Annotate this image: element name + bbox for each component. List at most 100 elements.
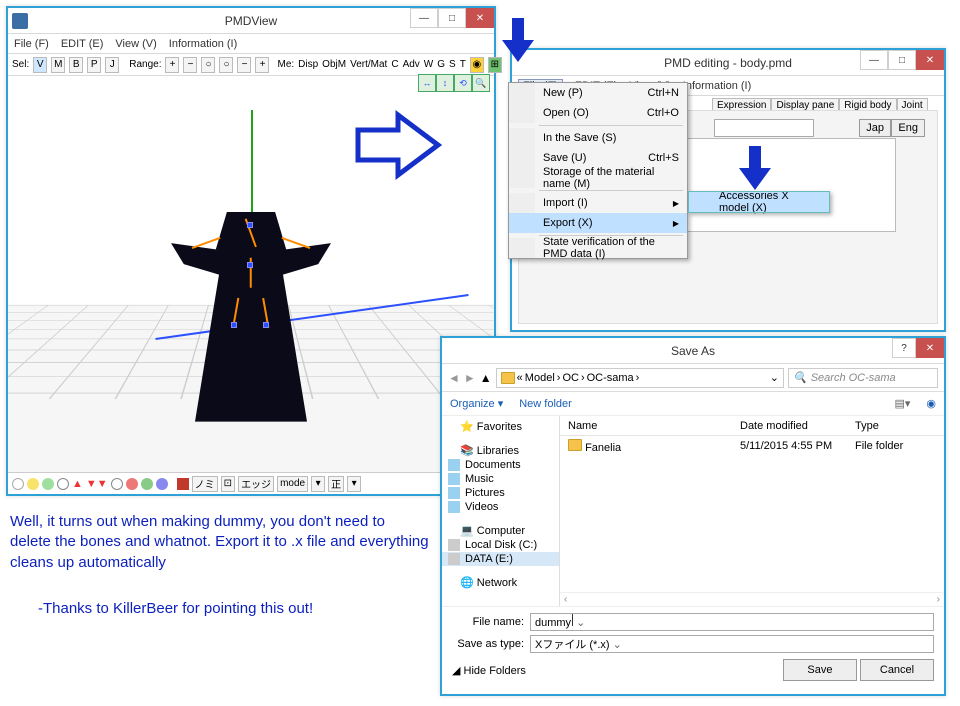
tb-t[interactable]: T [460,59,466,70]
menu-item-new[interactable]: New (P)Ctrl+N [509,83,687,103]
color-swatch[interactable] [57,478,69,490]
nav-arrow-icon[interactable]: ↔ [418,74,436,92]
tb-objm[interactable]: ObjM [322,59,346,70]
crumb-ocsama[interactable]: OC-sama [587,372,634,384]
dropdown-icon[interactable]: ▾ [311,476,325,492]
col-type[interactable]: Type [855,420,944,432]
color-swatch[interactable] [141,478,153,490]
color-swatch[interactable] [12,478,24,490]
range-btn[interactable]: − [237,57,251,73]
range-btn[interactable]: + [165,57,179,73]
file-list[interactable]: Name Date modified Type Fanelia 5/11/201… [560,416,944,606]
minimize-button[interactable]: — [860,50,888,70]
tb-adv[interactable]: Adv [403,59,420,70]
menu-item-inthesave[interactable]: In the Save (S) [509,128,687,148]
menu-item-import[interactable]: Import (I) [509,193,687,213]
new-folder-button[interactable]: New folder [519,398,572,410]
nav-videos[interactable]: Videos [442,500,559,514]
sel-j[interactable]: J [105,57,119,73]
hscrollbar[interactable]: ‹› [560,592,944,606]
tb-c[interactable]: C [391,59,398,70]
nav-zoom-icon[interactable]: 🔍 [472,74,490,92]
crumb-oc[interactable]: OC [562,372,579,384]
saveas-titlebar[interactable]: Save As ? ✕ [442,338,944,364]
minimize-button[interactable]: — [410,8,438,28]
filename-input[interactable]: dummy [530,613,934,631]
tb-s[interactable]: S [449,59,456,70]
color-swatch[interactable] [126,478,138,490]
sel-p[interactable]: P [87,57,101,73]
menu-info[interactable]: Information (I) [683,80,751,92]
nav-network[interactable]: 🌐 Network [442,574,559,590]
help-button[interactable]: ? [892,338,916,358]
submenu-accessories-x[interactable]: Accessories X model (X) [689,192,829,212]
forward-button[interactable]: ► [464,371,476,385]
nav-pictures[interactable]: Pictures [442,486,559,500]
tb-w[interactable]: W [424,59,433,70]
sel-v[interactable]: V [33,57,47,73]
menu-edit[interactable]: EDIT (E) [61,38,104,50]
menu-item-storage[interactable]: Storage of the material name (M) [509,168,687,188]
mode-btn[interactable]: mode [277,476,308,492]
sel-b[interactable]: B [69,57,83,73]
range-btn[interactable]: − [183,57,197,73]
color-swatch[interactable] [42,478,54,490]
tb-disp[interactable]: Disp [298,59,318,70]
nomi-btn[interactable]: ノミ [192,476,218,492]
tb-vertmat[interactable]: Vert/Mat [350,59,387,70]
sel-m[interactable]: M [51,57,65,73]
color-swatch[interactable] [156,478,168,490]
nav-arrow-icon[interactable]: ↕ [436,74,454,92]
cancel-button[interactable]: Cancel [860,659,934,681]
organize-button[interactable]: Organize ▾ [450,397,503,410]
nav-music[interactable]: Music [442,472,559,486]
menu-file[interactable]: File (F) [14,38,49,50]
maximize-button[interactable]: □ [438,8,466,28]
nav-rotate-icon[interactable]: ⟲ [454,74,472,92]
range-btn[interactable]: ○ [219,57,233,73]
range-btn[interactable]: ○ [201,57,215,73]
tri-icon[interactable]: ▼▼ [86,478,108,490]
range-btn[interactable]: + [255,57,269,73]
mode-icon[interactable]: ◉ [470,57,484,73]
eng-button[interactable]: Eng [891,119,925,137]
crumb-model[interactable]: Model [525,372,555,384]
menu-info[interactable]: Information (I) [169,38,237,50]
color-swatch[interactable] [111,478,123,490]
nav-computer[interactable]: 💻 Computer [442,522,559,538]
nav-drive-e[interactable]: DATA (E:) [442,552,559,566]
file-list-header[interactable]: Name Date modified Type [560,416,944,436]
close-button[interactable]: ✕ [916,338,944,358]
sei-btn[interactable]: 正 [328,476,344,492]
search-input[interactable]: 🔍 Search OC-sama [788,368,938,388]
color-swatch[interactable] [27,478,39,490]
nav-drive-c[interactable]: Local Disk (C:) [442,538,559,552]
edge-btn[interactable]: エッジ [238,476,274,492]
color-swatch[interactable] [177,478,189,490]
nav-libraries[interactable]: 📚 Libraries [442,442,559,458]
breadcrumb[interactable]: « Model› OC› OC-sama› ⌄ [496,368,784,388]
tb-g[interactable]: G [437,59,445,70]
maximize-button[interactable]: □ [888,50,916,70]
col-date[interactable]: Date modified [740,420,855,432]
pmdview-titlebar[interactable]: PMDView — □ ✕ [8,8,494,34]
nav-pane[interactable]: ⭐ Favorites 📚 Libraries Documents Music … [442,416,560,606]
back-button[interactable]: ◄ [448,371,460,385]
up-button[interactable]: ▲ [480,371,492,385]
dropdown-icon[interactable]: ▾ [347,476,361,492]
save-button[interactable]: Save [783,659,857,681]
hide-folders-button[interactable]: ◢ Hide Folders [452,664,526,677]
nav-documents[interactable]: Documents [442,458,559,472]
jap-button[interactable]: Jap [859,119,891,137]
close-button[interactable]: ✕ [466,8,494,28]
tri-icon[interactable]: ▲ [72,478,83,490]
pmdedit-titlebar[interactable]: PMD editing - body.pmd — □ ✕ [512,50,944,76]
tool-btn[interactable]: ⊡ [221,476,235,492]
menu-item-open[interactable]: Open (O)Ctrl+O [509,103,687,123]
menu-item-export[interactable]: Export (X) [509,213,687,233]
table-row[interactable]: Fanelia 5/11/2015 4:55 PM File folder [560,436,944,456]
menu-item-save[interactable]: Save (U)Ctrl+S [509,148,687,168]
menu-item-stateverify[interactable]: State verification of the PMD data (I) [509,238,687,258]
name-input[interactable] [714,119,814,137]
nav-favorites[interactable]: ⭐ Favorites [442,418,559,434]
